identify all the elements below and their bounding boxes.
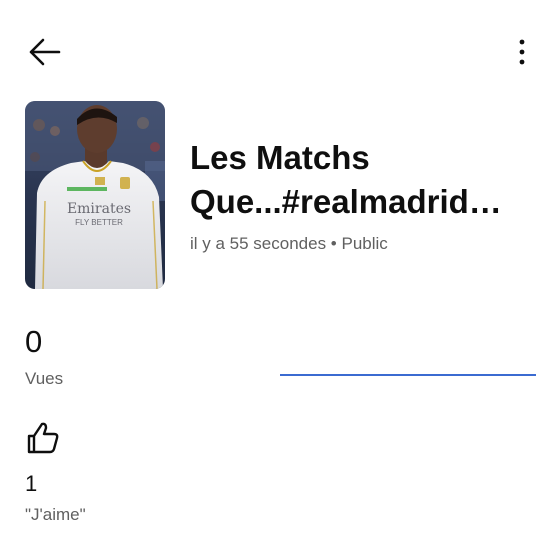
more-options-button[interactable]: [500, 32, 544, 72]
top-bar: [0, 0, 560, 100]
jersey-sponsor-subtext: FLY BETTER: [75, 218, 123, 227]
video-title: Les Matchs Que...#realmadrid…: [190, 136, 535, 224]
thumbnail-image: Emirates FLY BETTER: [25, 101, 165, 289]
views-count: 0: [25, 324, 43, 359]
video-thumbnail[interactable]: Emirates FLY BETTER: [25, 101, 165, 289]
like-button[interactable]: [25, 420, 61, 456]
likes-count: 1: [25, 471, 38, 496]
thumbs-up-icon: [27, 422, 59, 454]
back-button[interactable]: [22, 32, 66, 72]
jersey-sponsor-text: Emirates: [67, 201, 131, 217]
more-vertical-icon: [519, 39, 525, 65]
arrow-left-icon: [29, 38, 61, 66]
video-title-line-2: Que...#realmadrid…: [190, 183, 502, 220]
likes-label: "J'aime": [25, 505, 86, 524]
video-meta: il y a 55 secondes • Public: [190, 234, 388, 253]
video-title-line-1: Les Matchs: [190, 139, 370, 176]
views-chart-line: [280, 374, 536, 376]
views-label: Vues: [25, 369, 64, 388]
video-analytics-page: Emirates FLY BETTER Les Matchs Que...#re…: [0, 0, 560, 560]
